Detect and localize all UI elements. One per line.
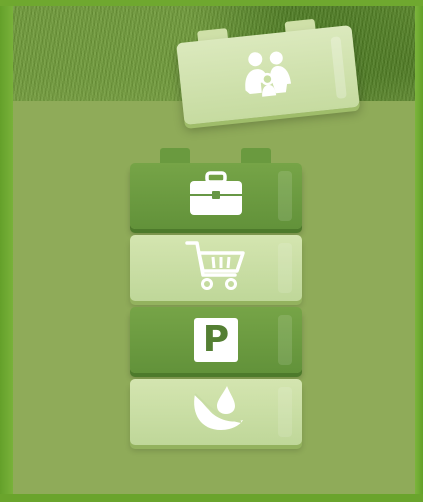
block-connector-nub xyxy=(241,148,271,163)
family-icon xyxy=(237,43,299,105)
frame-bottom-border xyxy=(0,494,423,502)
frame-left-border xyxy=(0,0,13,502)
parking-sign-icon: P xyxy=(194,318,238,362)
frame-right-border xyxy=(415,0,423,502)
briefcase-icon xyxy=(189,171,243,221)
category-block-environment[interactable] xyxy=(130,379,302,445)
category-block-shopping[interactable] xyxy=(130,235,302,301)
block-connector-nub xyxy=(160,148,190,163)
leaf-water-drop-icon xyxy=(187,384,245,440)
shopping-cart-icon xyxy=(185,239,247,297)
category-block-work[interactable] xyxy=(130,163,302,229)
category-block-parking[interactable]: P xyxy=(130,307,302,373)
